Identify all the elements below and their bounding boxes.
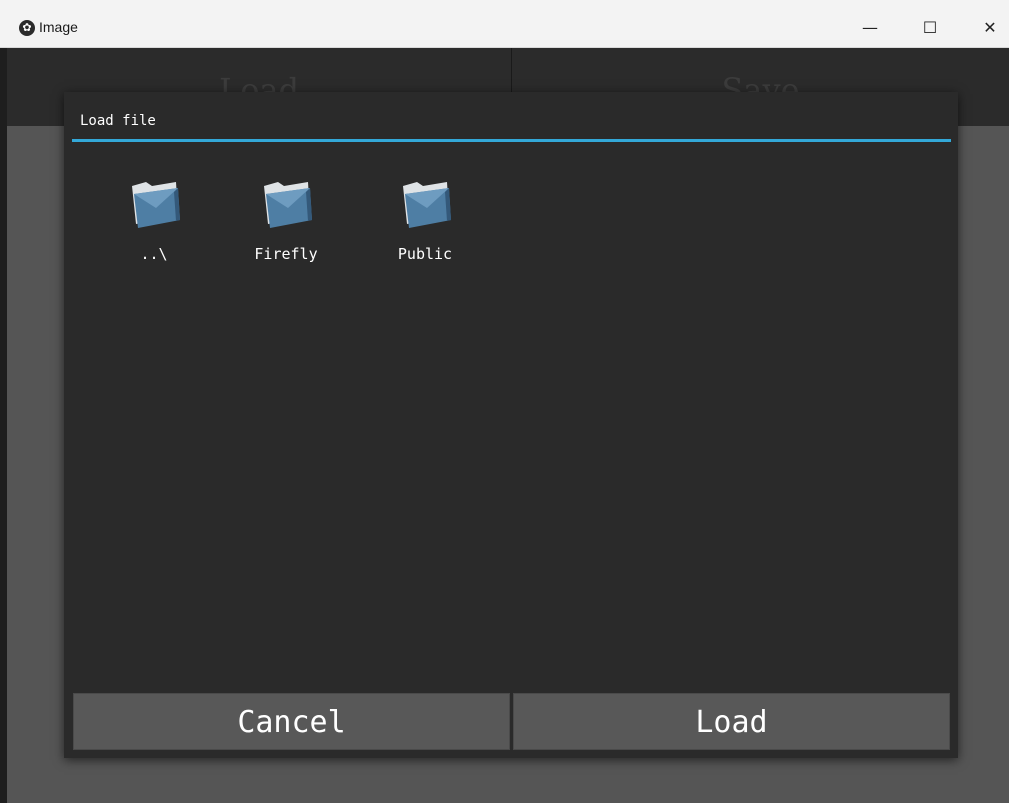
minimize-button[interactable]: — bbox=[847, 9, 893, 47]
kivy-logo-icon: ✿ bbox=[19, 20, 35, 36]
file-item-parent-dir[interactable]: ..\ bbox=[99, 172, 209, 272]
file-item-firefly[interactable]: Firefly bbox=[231, 172, 341, 272]
folder-icon bbox=[264, 182, 312, 228]
load-button[interactable]: Load bbox=[513, 693, 950, 750]
folder-icon bbox=[132, 182, 180, 228]
folder-icon bbox=[403, 182, 451, 228]
cancel-button[interactable]: Cancel bbox=[73, 693, 510, 750]
file-item-public[interactable]: Public bbox=[370, 172, 480, 272]
dialog-title-separator bbox=[72, 139, 951, 142]
file-item-label: Public bbox=[397, 245, 453, 263]
close-button[interactable]: ✕ bbox=[967, 9, 1009, 47]
window-title: Image bbox=[39, 19, 78, 35]
title-bar[interactable]: ✿ Image — ☐ ✕ bbox=[0, 0, 1009, 48]
dialog-title: Load file bbox=[80, 113, 156, 129]
load-file-dialog: Load file ..\ Firefly Public Cancel Load bbox=[64, 92, 958, 758]
file-item-label: Firefly bbox=[254, 245, 318, 263]
file-item-label: ..\ bbox=[140, 245, 168, 263]
app-window: ✿ Image — ☐ ✕ Load Save Load file ..\ Fi… bbox=[0, 0, 1009, 803]
maximize-button[interactable]: ☐ bbox=[907, 9, 953, 47]
window-left-border bbox=[0, 48, 7, 803]
